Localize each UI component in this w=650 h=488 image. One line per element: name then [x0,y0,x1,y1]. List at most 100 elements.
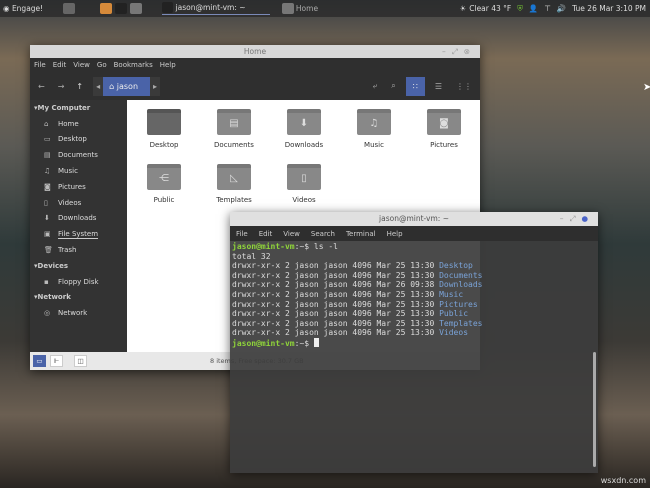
clock[interactable]: Tue 26 Mar 3:10 PM [572,4,646,13]
folder-templates[interactable]: ◺ Templates [204,164,264,204]
menu-edit[interactable]: Edit [259,230,273,238]
weather-icon[interactable]: ☀ [460,4,467,13]
prompt-line: jason@mint-vm:~$ [232,337,596,349]
permissions-text: drwxr-xr-x 2 jason jason 4096 Mar 25 13:… [232,299,440,309]
network-icon: ◎ [44,309,51,318]
back-button[interactable]: ← [38,82,45,91]
listing-row: drwxr-xr-x 2 jason jason 4096 Mar 25 13:… [232,328,596,338]
places-toggle-button[interactable]: ▭ [33,355,46,367]
sidebar-item-videos[interactable]: ▯ Videos [30,195,127,211]
folder-videos[interactable]: ▯ Videos [274,164,334,204]
up-button[interactable]: ↑ [76,82,83,91]
sidebar-item-music[interactable]: ♫ Music [30,163,127,179]
terminal-launcher-icon[interactable] [115,3,128,14]
files-launcher-icon[interactable] [130,3,143,14]
shield-icon[interactable]: ⛨ [517,4,523,14]
terminal-output[interactable]: jason@mint-vm:~$ ls -l total 32 drwxr-xr-x… [230,241,598,350]
taskbar-home[interactable]: Home [281,3,318,14]
folder-public[interactable]: ⋲ Public [134,164,194,204]
floppy-icon: ▪ [44,277,49,286]
sidebar-section-devices[interactable]: ▾ Devices [30,258,127,274]
terminal-window: jason@mint-vm: ~ –⤢● File Edit View Search Te… [230,212,598,473]
folder-documents[interactable]: ▤ Documents [204,109,264,149]
forward-button[interactable]: → [58,82,65,91]
network-icon[interactable]: ⊤ [544,4,551,13]
weather-text[interactable]: Clear 43 °F [469,4,511,13]
menu-file[interactable]: File [236,230,248,238]
folder-music[interactable]: ♫ Music [344,109,404,149]
sidebar-item-network[interactable]: ◎ Network [30,305,127,321]
menu-button[interactable]: ◉ Engage! [3,4,43,13]
sidebar: ▾ My Computer ⌂ Home ▭ Desktop ▤ Documents … [30,100,127,352]
permissions-text: drwxr-xr-x 2 jason jason 4096 Mar 26 09:… [232,280,440,290]
breadcrumb-home[interactable]: ⌂ jason [103,76,151,96]
menu-help[interactable]: Help [160,61,176,69]
terminal-scrollbar[interactable] [593,352,596,467]
user-icon[interactable]: 👤 [529,4,538,13]
minimize-button[interactable]: – [560,214,570,223]
directory-name: Templates [439,318,483,328]
menu-file[interactable]: File [34,61,46,69]
maximize-button[interactable]: ⤢ [452,47,464,56]
terminal-titlebar[interactable]: jason@mint-vm: ~ –⤢● [230,212,598,226]
menu-view[interactable]: View [73,61,90,69]
menu-bookmarks[interactable]: Bookmarks [114,61,153,69]
sidebar-item-trash[interactable]: 🗑 Trash [30,242,127,258]
maximize-button[interactable]: ⤢ [569,214,581,223]
menu-help[interactable]: Help [387,230,403,238]
list-view-button[interactable]: ☰ [435,82,442,91]
folder-downloads[interactable]: ⬇ Downloads [274,109,334,149]
minimize-button[interactable]: – [442,47,452,56]
directory-name: Public [439,309,469,319]
file-manager-menubar: File Edit View Go Bookmarks Help [30,58,480,72]
close-button[interactable]: ● [581,214,594,223]
search-icon[interactable]: ⌕ [391,81,395,91]
watermark: wsxdn.com [600,476,646,485]
sidebar-toggle-button[interactable]: ◫ [74,355,87,367]
tree-toggle-button[interactable]: ⊩ [50,355,63,367]
menu-terminal[interactable]: Terminal [346,230,376,238]
menu-search[interactable]: Search [311,230,335,238]
listing-row: drwxr-xr-x 2 jason jason 4096 Mar 25 13:… [232,261,596,271]
sidebar-item-home[interactable]: ⌂ Home [30,116,127,132]
listing-row: drwxr-xr-x 2 jason jason 4096 Mar 25 13:… [232,309,596,319]
file-manager-titlebar[interactable]: Home –⤢⊗ [30,45,480,58]
taskbar-terminal[interactable]: jason@mint-vm: ~ [162,2,270,15]
close-button[interactable]: ⊗ [464,47,476,56]
desktop-folder-icon [147,109,181,135]
camera-icon: ◙ [44,182,51,191]
permissions-text: drwxr-xr-x 2 jason jason 4096 Mar 25 13:… [232,318,440,328]
toggle-location-icon[interactable]: ⤶ [373,81,377,91]
mouse-cursor-icon: ➤ [643,82,650,93]
video-icon: ▯ [44,198,48,207]
compact-view-button[interactable]: ⋮⋮ [456,82,472,91]
firefox-launcher-icon[interactable] [100,3,113,14]
permissions-text: drwxr-xr-x 2 jason jason 4096 Mar 25 13:… [232,289,440,299]
breadcrumb-left-button[interactable]: ◂ [93,76,104,96]
directory-name: Downloads [439,280,483,290]
cursor [313,337,319,347]
music-icon: ♫ [44,167,51,176]
sidebar-item-pictures[interactable]: ◙ Pictures [30,179,127,195]
icon-view-button[interactable]: ∷ [405,76,425,96]
sidebar-item-downloads[interactable]: ⬇ Downloads [30,211,127,227]
sidebar-item-documents[interactable]: ▤ Documents [30,147,127,163]
document-icon: ▤ [44,151,51,160]
menu-edit[interactable]: Edit [53,61,67,69]
menu-go[interactable]: Go [97,61,107,69]
directory-name: Music [439,289,464,299]
sidebar-section-network[interactable]: ▾ Network [30,290,127,306]
command-line: jason@mint-vm:~$ ls -l [232,242,338,251]
sidebar-item-file-system[interactable]: ▣ File System [30,226,127,242]
listing-row: drwxr-xr-x 2 jason jason 4096 Mar 26 09:… [232,280,596,290]
volume-icon[interactable]: 🔊 [557,4,566,13]
sidebar-item-floppy[interactable]: ▪ Floppy Disk [30,274,127,290]
folder-pictures[interactable]: ◙ Pictures [414,109,474,149]
menu-view[interactable]: View [283,230,300,238]
show-desktop-icon[interactable] [63,3,76,14]
folder-desktop[interactable]: Desktop [134,109,194,149]
music-folder-icon: ♫ [357,109,391,135]
sidebar-item-desktop[interactable]: ▭ Desktop [30,132,127,148]
breadcrumb-right-button[interactable]: ▸ [150,76,161,96]
sidebar-section-my-computer[interactable]: ▾ My Computer [30,100,127,116]
